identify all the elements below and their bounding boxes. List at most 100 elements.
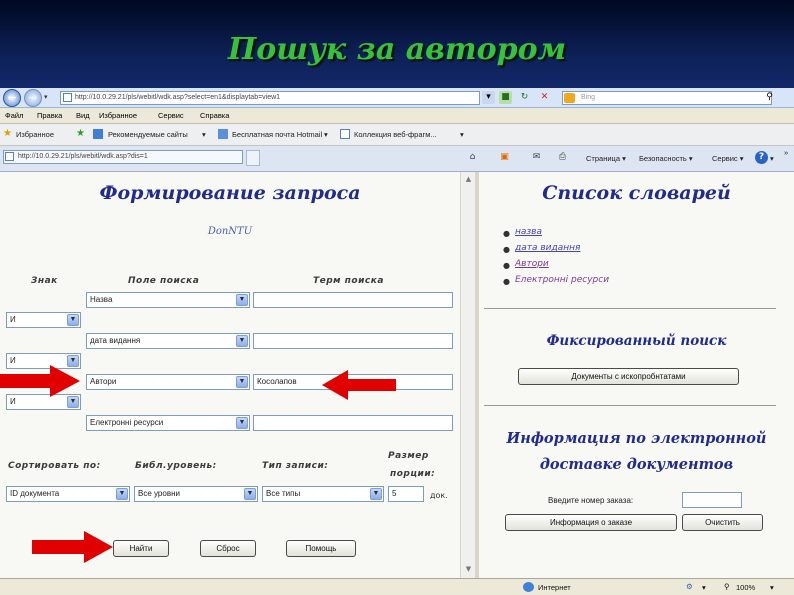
delivery-heading: Информация по электронной (506, 430, 767, 447)
hotmail-icon (218, 129, 228, 139)
tab-current[interactable]: http://10.0.29.21/pls/webitl/wdk.asp?dis… (3, 150, 243, 164)
scroll-down-icon[interactable]: ▼ (462, 564, 475, 575)
term-input-2[interactable] (253, 333, 453, 349)
chevron-down-icon: ▼ (236, 294, 248, 306)
column-field-label: Поле поиска (128, 276, 200, 286)
address-bar[interactable]: http://10.0.29.21/pls/webitl/wdk.asp?sel… (60, 91, 480, 105)
safety-menu[interactable]: Безопасность ▾ (639, 154, 693, 163)
help-button[interactable]: Помощь (286, 540, 356, 557)
field-select-3[interactable]: Автори ▼ (86, 374, 250, 390)
type-label: Тип записи: (262, 461, 329, 471)
level-select[interactable]: Все уровни ▼ (134, 486, 258, 502)
field-select-2[interactable]: дата видання ▼ (86, 333, 250, 349)
type-select[interactable]: Все типы ▼ (262, 486, 384, 502)
menu-file[interactable]: Файл (5, 111, 23, 120)
feeds-icon[interactable]: ▣ (498, 151, 511, 164)
page-icon (63, 93, 72, 102)
arrow-left-icon (322, 370, 396, 400)
term-input-4[interactable] (253, 415, 453, 431)
status-bar (0, 578, 794, 595)
order-number-input[interactable] (682, 492, 742, 508)
dict-link-resources[interactable]: Електронні ресурси (515, 275, 609, 285)
address-dropdown-icon[interactable]: ▾ (482, 91, 495, 104)
dropdown-icon[interactable]: ▾ (202, 130, 206, 139)
chevron-right-icon[interactable]: » (784, 148, 788, 157)
home-icon[interactable]: ⌂ (466, 151, 479, 164)
new-tab-button[interactable] (246, 150, 260, 166)
list-bullet: ● (503, 229, 510, 238)
add-favorite-icon[interactable]: ★ (76, 128, 85, 139)
search-input[interactable]: Bing (562, 91, 772, 105)
organization-label: DonNTU (207, 226, 253, 237)
column-sign-label: Знак (31, 276, 58, 286)
zoom-icon: ⚲ (724, 582, 730, 591)
chevron-down-icon: ▼ (116, 488, 128, 500)
help-icon[interactable]: ? (755, 151, 768, 164)
menu-favorites[interactable]: Избранное (99, 111, 137, 120)
print-icon[interactable]: ⎙ (556, 151, 569, 164)
field-select-4[interactable]: Електронні ресурси ▼ (86, 415, 250, 431)
page-icon (5, 152, 14, 161)
clear-button[interactable]: Очистить (682, 514, 763, 531)
vertical-scrollbar[interactable]: ▲ ▼ (460, 172, 475, 578)
compatibility-icon[interactable]: ■ (499, 91, 512, 104)
chevron-down-icon: ▼ (370, 488, 382, 500)
feed-icon (93, 129, 103, 139)
mail-icon[interactable]: ✉ (530, 151, 543, 164)
portion-input[interactable]: 5 (388, 486, 424, 502)
sort-label: Сортировать по: (8, 461, 101, 471)
dictionary-heading: Список словарей (542, 182, 731, 204)
zone-label: Интернет (538, 583, 571, 592)
dropdown-icon[interactable]: ▾ (770, 583, 774, 592)
protected-mode-icon[interactable]: ⚙ (686, 582, 693, 591)
fixed-search-button[interactable]: Документы с ископробнтатами (518, 368, 739, 385)
bing-icon (564, 93, 575, 103)
menu-help[interactable]: Справка (200, 111, 229, 120)
order-info-button[interactable]: Информация о заказе (505, 514, 677, 531)
forward-button[interactable]: → (24, 89, 42, 107)
portion-label-2: порции: (390, 469, 436, 479)
webslice-icon (340, 129, 350, 139)
menu-edit[interactable]: Правка (37, 111, 62, 120)
reset-button[interactable]: Сброс (200, 540, 256, 557)
stop-icon[interactable]: ✕ (538, 91, 551, 104)
search-icon[interactable]: ⚲ (763, 91, 776, 104)
menu-view[interactable]: Вид (76, 111, 90, 120)
refresh-icon[interactable]: ↻ (518, 91, 531, 104)
arrow-right-icon (0, 365, 80, 397)
dict-link-date[interactable]: дата видання (515, 243, 580, 253)
favorite-suggested-sites[interactable]: Рекомендуемые сайты (108, 130, 188, 139)
dropdown-icon[interactable]: ▾ (44, 93, 48, 101)
find-button[interactable]: Найти (113, 540, 169, 557)
delivery-heading-2: доставке документов (539, 456, 734, 473)
back-button[interactable]: ← (3, 89, 21, 107)
portion-unit: док. (430, 491, 448, 500)
term-input-1[interactable] (253, 292, 453, 308)
slide-title: Пошук за автором (227, 32, 567, 67)
scroll-up-icon[interactable]: ▲ (462, 174, 475, 185)
dropdown-icon[interactable]: ▾ (770, 154, 774, 163)
chevron-down-icon: ▼ (236, 335, 248, 347)
sort-select[interactable]: ID документа ▼ (6, 486, 130, 502)
query-heading: Формирование запроса (99, 182, 361, 204)
fixed-search-heading: Фиксированный поиск (546, 333, 727, 349)
favorites-button[interactable]: Избранное (16, 130, 54, 139)
dropdown-icon[interactable]: ▾ (702, 583, 706, 592)
portion-label: Размер (388, 451, 429, 461)
tools-menu[interactable]: Сервис ▾ (712, 154, 744, 163)
dropdown-icon[interactable]: ▾ (324, 130, 328, 139)
field-select-1[interactable]: Назва ▼ (86, 292, 250, 308)
page-menu[interactable]: Страница ▾ (586, 154, 626, 163)
zoom-level[interactable]: 100% (736, 583, 755, 592)
level-label: Библ.уровень: (135, 461, 217, 471)
favorite-hotmail[interactable]: Бесплатная почта Hotmail (232, 130, 322, 139)
dict-link-authors[interactable]: Автори (515, 259, 549, 269)
dict-link-title[interactable]: назва (515, 227, 542, 237)
dropdown-icon[interactable]: ▾ (460, 130, 464, 139)
globe-icon (523, 582, 534, 592)
list-bullet: ● (503, 277, 510, 286)
menu-tools[interactable]: Сервис (158, 111, 184, 120)
list-bullet: ● (503, 261, 510, 270)
favorite-web-slices[interactable]: Коллекция веб-фрагм... (354, 130, 437, 139)
sign-select-2[interactable]: И ▼ (6, 312, 81, 328)
